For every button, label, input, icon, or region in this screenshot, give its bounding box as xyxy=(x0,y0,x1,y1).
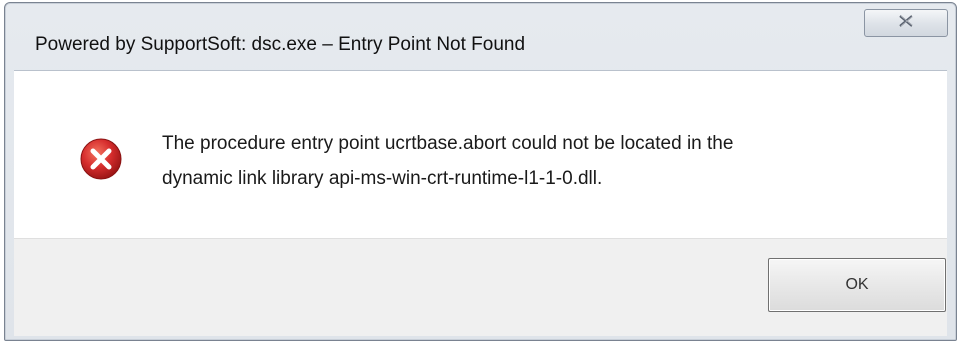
message-area: The procedure entry point ucrtbase.abort… xyxy=(14,70,947,238)
error-message: The procedure entry point ucrtbase.abort… xyxy=(162,126,922,196)
message-line-2: dynamic link library api-ms-win-crt-runt… xyxy=(162,168,603,189)
error-icon xyxy=(80,138,122,180)
close-button[interactable] xyxy=(864,9,948,37)
button-bar: OK xyxy=(14,238,947,336)
dialog-title: Powered by SupportSoft: dsc.exe – Entry … xyxy=(35,34,526,55)
close-x-icon xyxy=(898,14,914,32)
message-line-1: The procedure entry point ucrtbase.abort… xyxy=(162,133,734,154)
ok-button[interactable]: OK xyxy=(768,258,946,312)
title-bar[interactable]: Powered by SupportSoft: dsc.exe – Entry … xyxy=(5,3,956,69)
error-dialog: Powered by SupportSoft: dsc.exe – Entry … xyxy=(4,2,957,341)
